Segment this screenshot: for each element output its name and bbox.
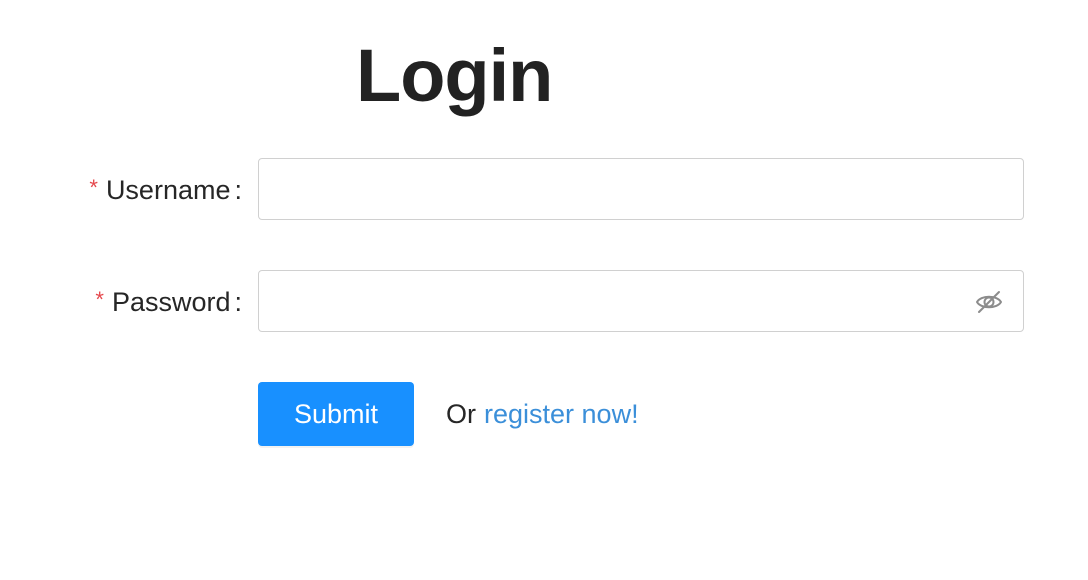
password-input-wrapper[interactable] [258, 270, 1024, 332]
password-label: * Password : [95, 270, 242, 334]
username-label: * Username : [89, 158, 242, 222]
password-form-item: * Password : [0, 270, 1088, 334]
eye-invisible-icon[interactable] [975, 288, 1003, 316]
page-title: Login [356, 34, 553, 117]
required-mark: * [89, 175, 98, 200]
required-mark: * [95, 287, 104, 312]
submit-button[interactable]: Submit [258, 382, 414, 446]
password-input[interactable] [259, 271, 939, 331]
username-input[interactable] [259, 159, 939, 219]
password-label-text: Password [111, 286, 231, 317]
form-actions: Submit Or register now! [258, 382, 639, 446]
register-link[interactable]: register now! [484, 399, 639, 430]
username-input-wrapper[interactable] [258, 158, 1024, 220]
login-page: Login * Username : * Password : Submit O… [0, 0, 1088, 580]
label-colon: : [234, 286, 242, 317]
username-form-item: * Username : [0, 158, 1088, 222]
label-colon: : [234, 174, 242, 205]
username-label-text: Username [105, 174, 231, 205]
or-text: Or [446, 398, 476, 429]
